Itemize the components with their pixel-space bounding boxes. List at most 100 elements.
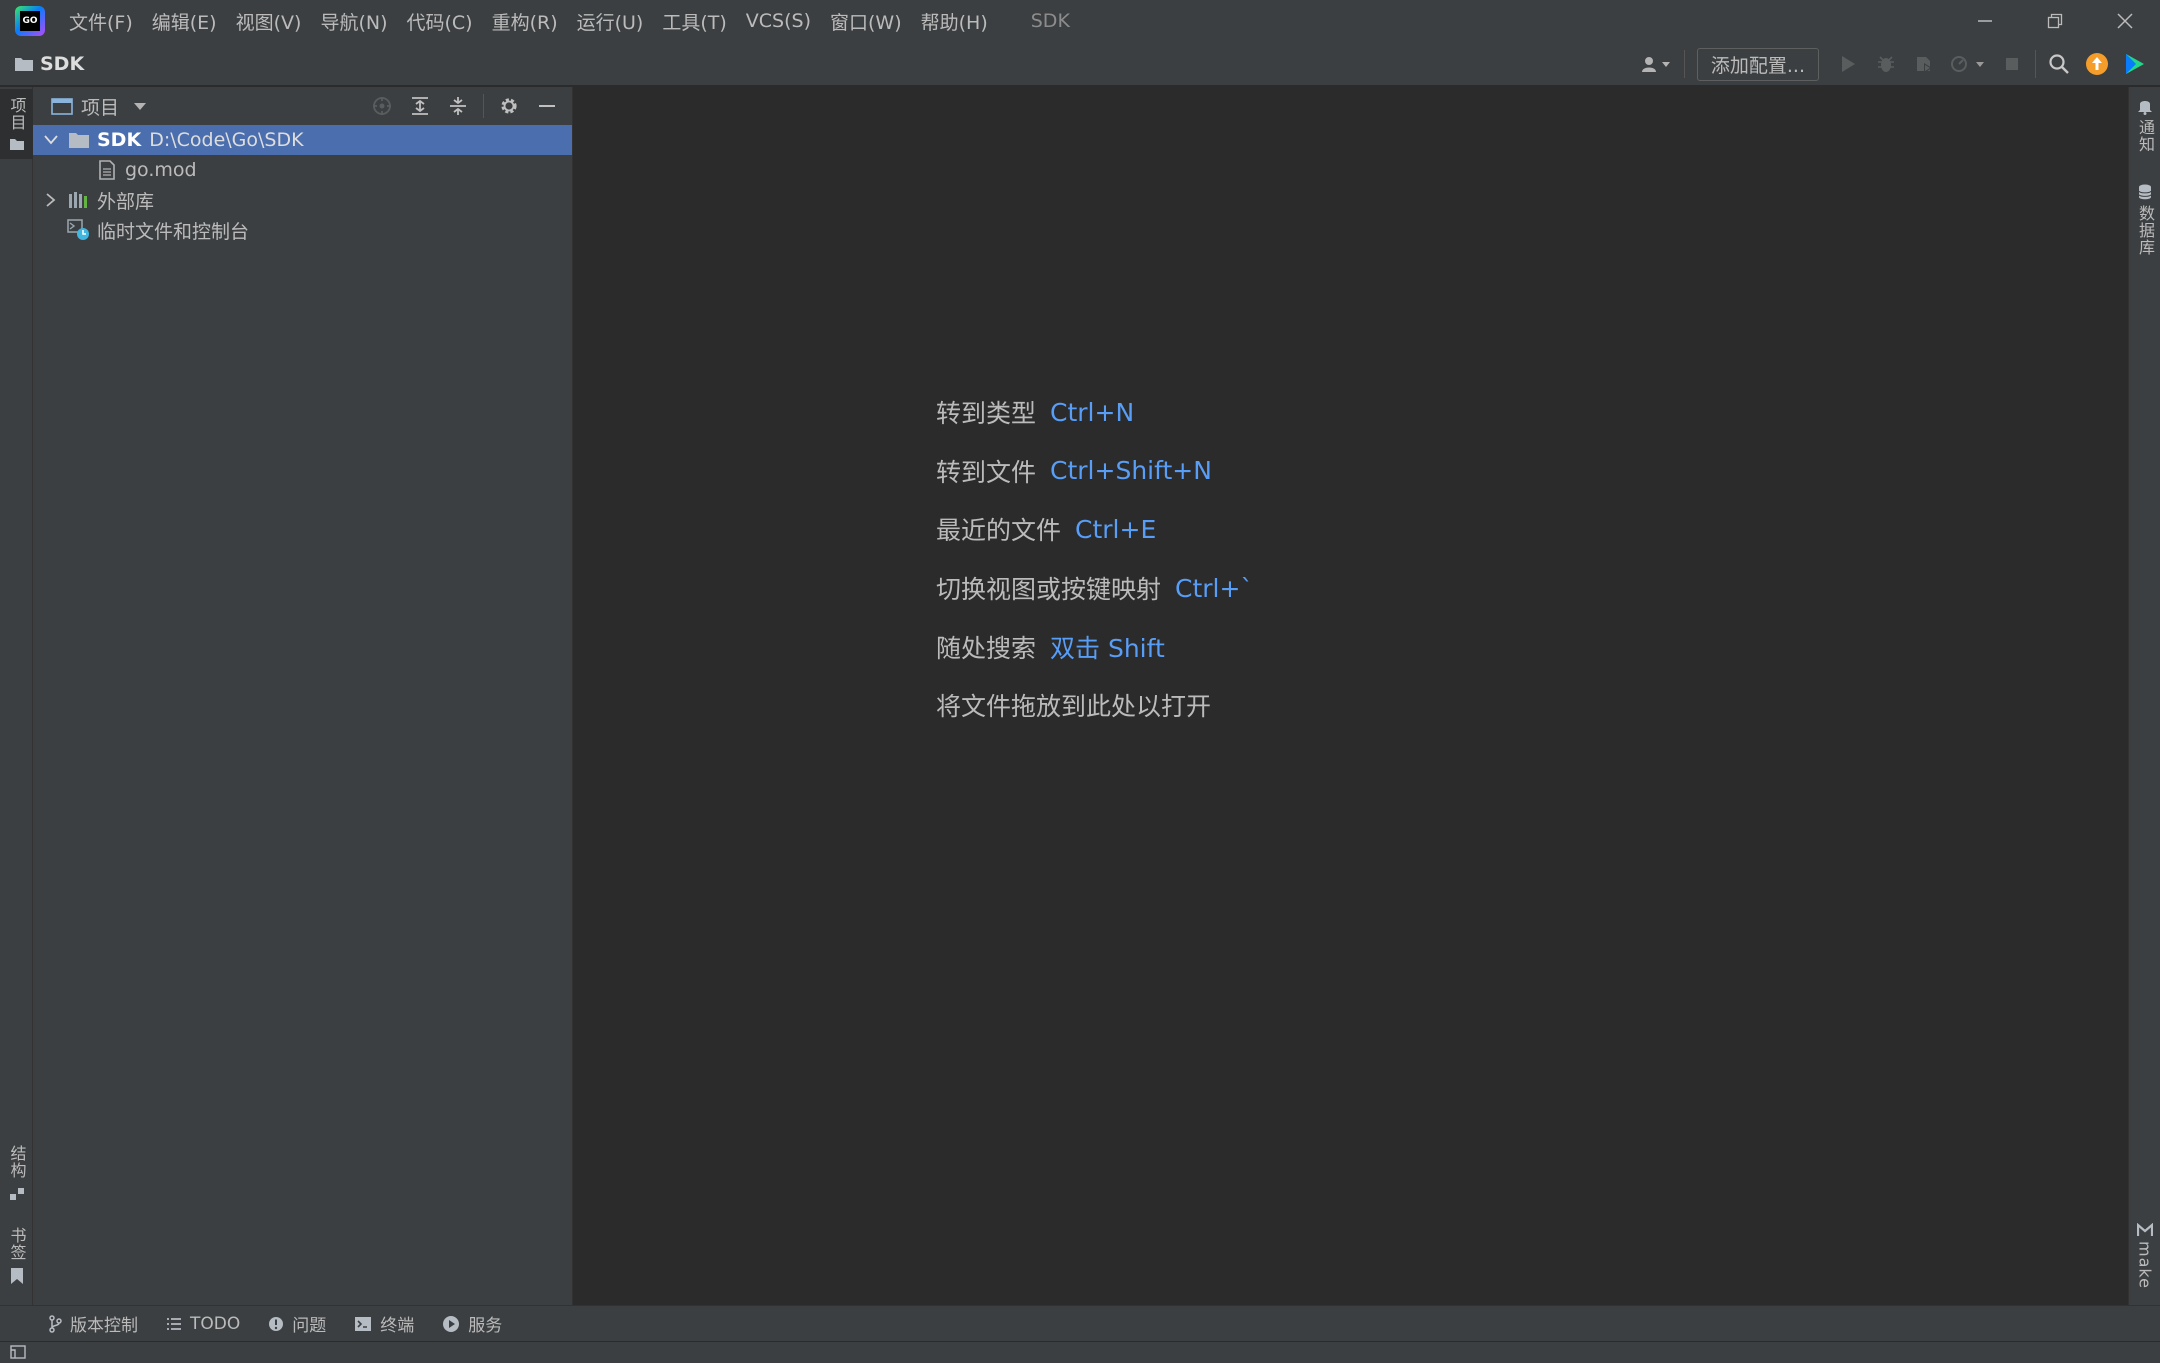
chevron-down-icon[interactable] — [37, 135, 65, 145]
user-dropdown-icon — [1641, 57, 1670, 72]
menu-view[interactable]: 视图(V) — [236, 8, 302, 35]
structure-tab-label: 结构 — [7, 1145, 27, 1179]
structure-tool-tab[interactable]: 结构 — [0, 1145, 33, 1215]
collapse-all-button[interactable] — [439, 87, 477, 125]
menu-refactor[interactable]: 重构(R) — [492, 8, 558, 35]
hide-panel-button[interactable] — [528, 87, 566, 125]
bottom-tool-bar: 版本控制 TODO 问题 终端 服务 — [0, 1305, 2160, 1341]
account-button[interactable] — [1632, 45, 1680, 83]
database-tab-label: 数据库 — [2136, 205, 2155, 256]
coverage-button[interactable] — [1905, 45, 1943, 83]
menu-file[interactable]: 文件(F) — [69, 8, 133, 35]
chevron-right-icon[interactable] — [37, 193, 65, 207]
search-everywhere-button[interactable] — [2040, 45, 2078, 83]
search-icon — [2049, 54, 2069, 74]
close-button[interactable] — [2090, 0, 2160, 42]
tab-version-control[interactable]: 版本控制 — [48, 1311, 138, 1336]
restore-button[interactable] — [2020, 0, 2090, 42]
hint-search-everywhere: 随处搜索 双击 Shift — [936, 633, 1165, 663]
hint-goto-file: 转到文件 Ctrl+Shift+N — [936, 456, 1212, 487]
chevron-down-icon — [134, 103, 147, 110]
make-icon — [2137, 1223, 2153, 1236]
tab-services[interactable]: 服务 — [442, 1311, 502, 1336]
locate-icon — [373, 97, 391, 115]
coverage-icon — [1917, 57, 1932, 73]
menu-code[interactable]: 代码(C) — [406, 8, 472, 35]
toolbar-separator — [1683, 50, 1685, 78]
code-with-me-icon — [2126, 54, 2144, 74]
scratches-icon — [65, 219, 93, 241]
update-button[interactable] — [2078, 45, 2116, 83]
editor-hints: 转到类型 Ctrl+N 转到文件 Ctrl+Shift+N 最近的文件 Ctrl… — [936, 383, 1253, 735]
minimize-icon — [1978, 20, 1992, 22]
file-icon — [93, 160, 121, 180]
menu-help[interactable]: 帮助(H) — [921, 8, 988, 35]
menu-vcs[interactable]: VCS(S) — [746, 10, 811, 32]
run-icon — [1842, 56, 1855, 72]
profile-dropdown-icon — [1951, 56, 1984, 72]
project-tool-tab[interactable]: 项目 — [0, 89, 33, 159]
tree-item-root[interactable]: SDK D:\Code\Go\SDK — [33, 125, 572, 155]
structure-icon — [9, 1188, 24, 1200]
database-tool-tab[interactable]: 数据库 — [2129, 183, 2160, 256]
gear-icon — [501, 98, 517, 114]
tree-root-name: SDK — [97, 129, 142, 151]
window-title: SDK — [1030, 10, 1070, 32]
minimize-button[interactable] — [1950, 0, 2020, 42]
tree-external-libraries-label: 外部库 — [97, 190, 155, 213]
menu-edit[interactable]: 编辑(E) — [152, 8, 217, 35]
project-panel-header: 项目 — [33, 87, 572, 125]
services-icon — [443, 1315, 460, 1332]
breadcrumb[interactable]: SDK — [14, 53, 84, 75]
menu-tools[interactable]: 工具(T) — [662, 8, 726, 35]
right-tool-strip: 通知 数据库 make — [2128, 87, 2160, 1305]
add-configuration-button[interactable]: 添加配置... — [1696, 47, 1819, 81]
tree-file-name: go.mod — [125, 159, 197, 181]
title-bar: GO 文件(F) 编辑(E) 视图(V) 导航(N) 代码(C) 重构(R) 运… — [0, 0, 2160, 42]
profile-button[interactable] — [1943, 45, 1993, 83]
notifications-tool-tab[interactable]: 通知 — [2129, 97, 2160, 153]
jetbrains-toolbox-button[interactable] — [2116, 45, 2154, 83]
tree-scratches-label: 临时文件和控制台 — [97, 220, 250, 243]
stop-icon — [2006, 58, 2018, 70]
expand-all-button[interactable] — [401, 87, 439, 125]
editor-empty-area[interactable]: 转到类型 Ctrl+N 转到文件 Ctrl+Shift+N 最近的文件 Ctrl… — [574, 87, 2128, 1305]
tab-todo[interactable]: TODO — [166, 1314, 240, 1334]
close-icon — [2117, 13, 2133, 29]
menu-navigate[interactable]: 导航(N) — [320, 8, 387, 35]
project-tab-label: 项目 — [7, 97, 27, 131]
tab-problems[interactable]: 问题 — [268, 1311, 326, 1336]
project-view-selector[interactable]: 项目 — [51, 93, 147, 120]
options-button[interactable] — [490, 87, 528, 125]
run-button[interactable] — [1829, 45, 1867, 83]
restore-icon — [2047, 13, 2063, 29]
tab-terminal[interactable]: 终端 — [354, 1311, 414, 1336]
make-tool-tab[interactable]: make — [2129, 1223, 2160, 1289]
menu-window[interactable]: 窗口(W) — [830, 8, 902, 35]
stop-button[interactable] — [1993, 45, 2031, 83]
toolbar-separator-2 — [2035, 50, 2036, 78]
project-panel-title: 项目 — [81, 96, 120, 119]
menu-run[interactable]: 运行(U) — [577, 8, 644, 35]
hint-recent-files: 最近的文件 Ctrl+E — [936, 514, 1157, 546]
select-opened-file-button[interactable] — [363, 87, 401, 125]
collapse-all-icon — [450, 97, 466, 115]
goland-logo-icon: GO — [15, 6, 45, 36]
problems-icon — [269, 1316, 284, 1331]
debug-icon — [1878, 56, 1894, 72]
tree-item-external-libraries[interactable]: 外部库 — [33, 185, 572, 215]
notifications-tab-label: 通知 — [2136, 119, 2155, 153]
debug-button[interactable] — [1867, 45, 1905, 83]
list-icon — [167, 1317, 181, 1330]
bookmarks-tool-tab[interactable]: 书签 — [0, 1227, 33, 1297]
hint-drop-files: 将文件拖放到此处以打开 — [936, 692, 1212, 722]
tool-windows-toggle-icon[interactable] — [10, 1345, 26, 1359]
tree-item-scratches[interactable]: 临时文件和控制台 — [33, 215, 572, 245]
panel-separator — [483, 94, 484, 118]
tree-root-path: D:\Code\Go\SDK — [149, 129, 304, 151]
tree-item-go-mod[interactable]: go.mod — [33, 155, 572, 185]
folder-icon — [15, 57, 33, 71]
status-bar — [0, 1341, 2160, 1363]
left-tool-strip: 项目 结构 书签 — [0, 87, 33, 1305]
breadcrumb-project[interactable]: SDK — [40, 53, 84, 75]
